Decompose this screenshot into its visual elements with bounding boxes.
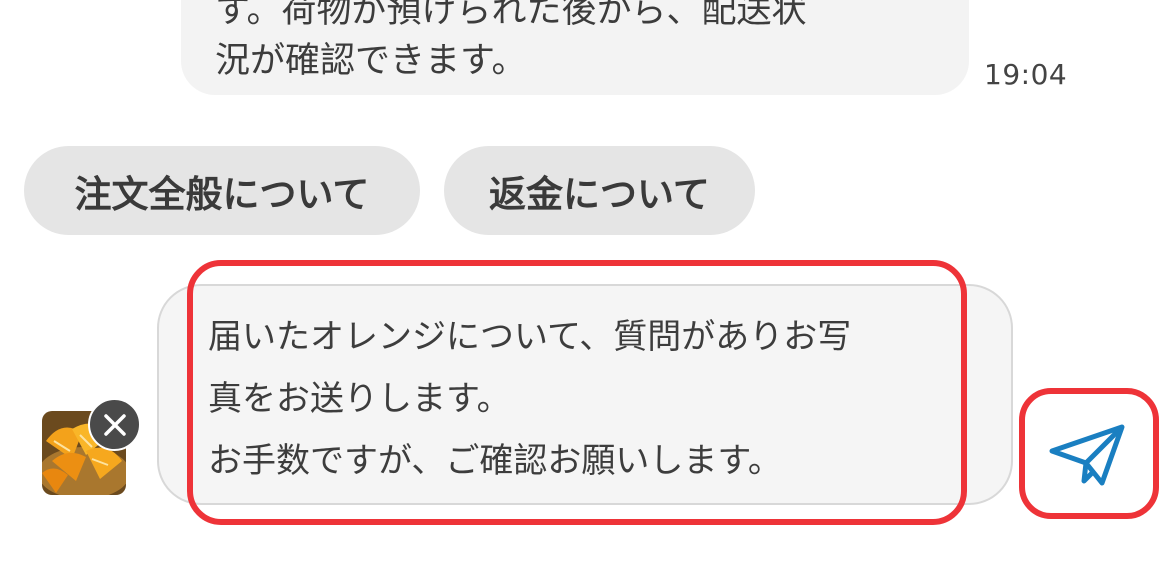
highlight-send-button [1019,388,1159,519]
remove-attachment-button[interactable] [88,398,141,451]
incoming-message-text: す。荷物が預けられた後から、配送状 況が確認できます。 [215,0,807,81]
close-icon [103,413,126,436]
message-timestamp: 19:04 [984,58,1068,91]
highlight-message-input [187,260,967,525]
quick-reply-refund[interactable]: 返金について [444,146,755,235]
incoming-message-bubble: す。荷物が預けられた後から、配送状 況が確認できます。 [181,0,969,95]
quick-reply-general-orders[interactable]: 注文全般について [24,146,420,235]
